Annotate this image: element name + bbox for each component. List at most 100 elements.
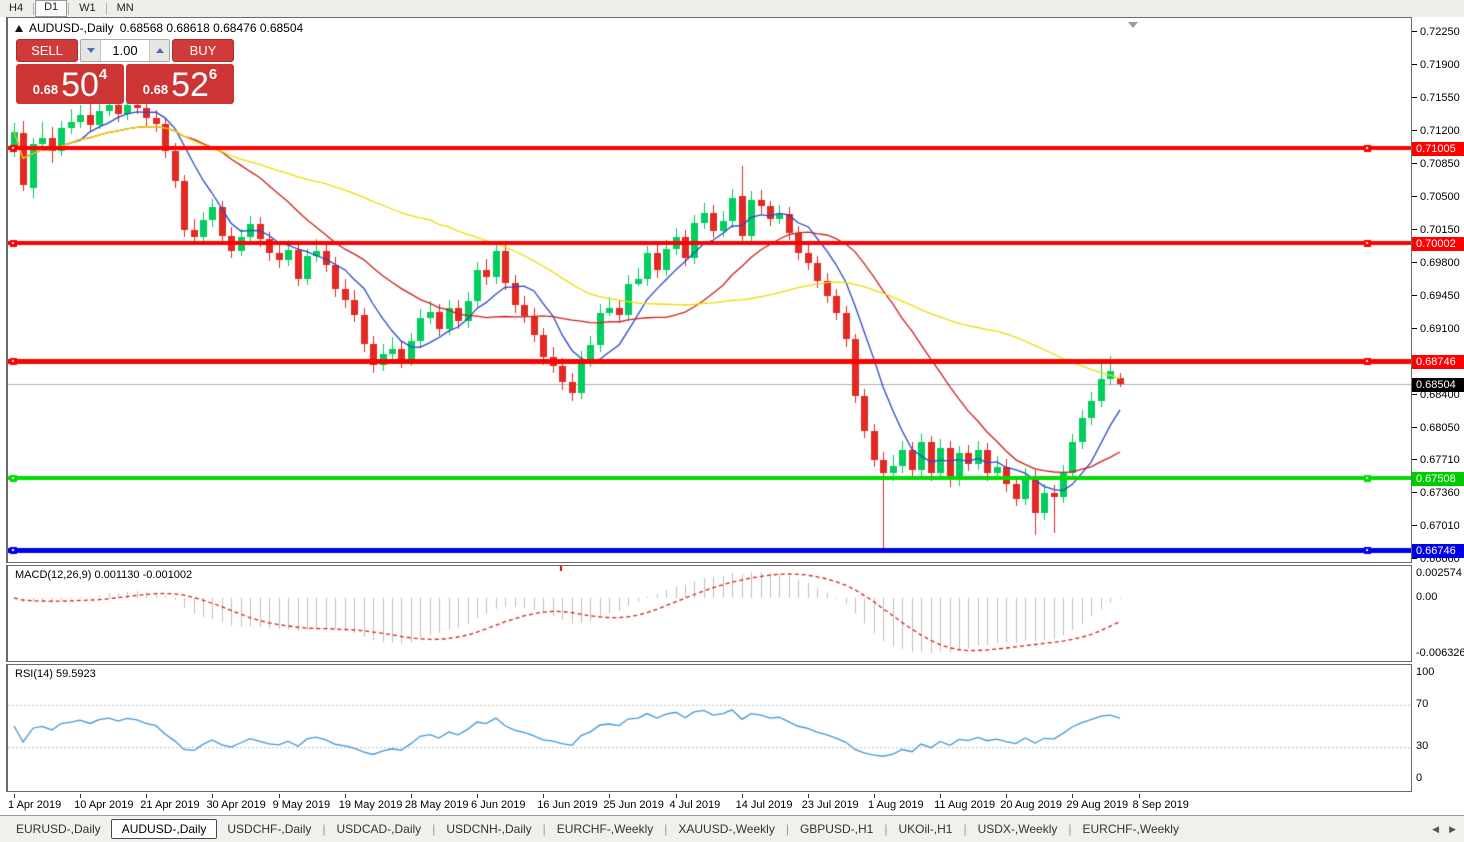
- chart-tab-ukoil-h1[interactable]: UKOil-,H1: [888, 820, 962, 838]
- chart-tab-gbpusd-h1[interactable]: GBPUSD-,H1: [790, 820, 883, 838]
- date-tick: [940, 794, 942, 798]
- chart-tab-eurchf-weekly[interactable]: EURCHF-,Weekly: [1073, 820, 1189, 838]
- tab-separator: |: [664, 822, 668, 836]
- date-label: 9 May 2019: [272, 799, 331, 811]
- chart-shift-marker-icon[interactable]: [1128, 22, 1138, 28]
- rsi-axis-value: 100: [1416, 666, 1435, 678]
- tab-scroll-left-icon[interactable]: ◀: [1432, 824, 1439, 835]
- tab-separator: |: [963, 822, 967, 836]
- rsi-canvas[interactable]: [8, 665, 1411, 791]
- price-axis-tick: 0.67360: [1412, 486, 1460, 499]
- toolbar-separator: [105, 2, 107, 15]
- tab-separator: |: [542, 822, 546, 836]
- buy-price-pip: 6: [208, 66, 218, 83]
- timeframe-button-mn[interactable]: MN: [108, 1, 143, 16]
- date-label: 19 May 2019: [338, 799, 403, 811]
- rsi-axis-value: 30: [1416, 740, 1429, 753]
- sell-price-main: 50: [61, 66, 99, 104]
- price-axis-tick: 0.69450: [1412, 289, 1460, 302]
- symbol-marker-icon: [15, 24, 23, 32]
- price-axis[interactable]: 0.72250 0.71900 0.71550 0.71200 0.70850 0.705…: [1412, 17, 1464, 565]
- chart-tab-usdcnh-daily[interactable]: USDCNH-,Daily: [436, 820, 541, 838]
- date-tick: [80, 794, 82, 798]
- date-label: 4 Jul 2019: [669, 799, 721, 811]
- tab-separator: |: [322, 822, 326, 836]
- date-axis[interactable]: 1 Apr 2019 10 Apr 2019 21 Apr 2019 30 Apr 2…: [6, 794, 1412, 816]
- rsi-axis-value: 0: [1416, 772, 1423, 784]
- volume-spinner: [80, 39, 170, 62]
- chart-tab-usdcad-daily[interactable]: USDCAD-,Daily: [327, 820, 432, 838]
- buy-price-main: 52: [171, 66, 209, 104]
- date-label: 25 Jun 2019: [603, 799, 664, 811]
- chart-window: AUDUSD-,Daily 0.68568 0.68618 0.68476 0.…: [0, 17, 1464, 816]
- rsi-label: RSI(14) 59.5923: [15, 668, 96, 680]
- date-tick: [410, 794, 412, 798]
- date-label: 6 Jun 2019: [471, 799, 526, 811]
- date-tick: [741, 794, 743, 798]
- date-tick: [14, 794, 15, 798]
- date-tick: [278, 794, 280, 798]
- price-axis-tick: 0.70850: [1412, 157, 1460, 170]
- macd-canvas[interactable]: [8, 566, 1411, 661]
- spinner-down-icon: [86, 48, 95, 53]
- volume-increase-button[interactable]: [149, 40, 169, 61]
- chart-tab-usdx-weekly[interactable]: USDX-,Weekly: [968, 820, 1068, 838]
- timeframe-button-h4[interactable]: H4: [0, 1, 32, 16]
- price-label-resistance-level-3: 0.68746: [1412, 355, 1464, 370]
- price-label-current-price: 0.68504: [1412, 378, 1464, 393]
- timeframe-button-w1[interactable]: W1: [70, 1, 105, 16]
- date-label: 23 Jul 2019: [801, 799, 859, 811]
- sell-price-prefix: 0.68: [32, 82, 59, 97]
- price-label-resistance-level-1: 0.71005: [1412, 142, 1464, 157]
- chart-tab-bar: EURUSD-,Daily AUDUSD-,Daily USDCHF-,Daily |…: [0, 815, 1464, 842]
- price-label-support-level-2: 0.66746: [1412, 543, 1464, 558]
- date-tick: [146, 794, 148, 798]
- price-axis-tick: 0.67010: [1412, 519, 1460, 532]
- date-label: 11 Aug 2019: [934, 799, 996, 811]
- date-label: 1 Apr 2019: [8, 799, 62, 811]
- toolbar-separator: [33, 2, 35, 15]
- sell-button[interactable]: SELL: [16, 39, 78, 62]
- date-tick: [1072, 794, 1074, 798]
- price-axis-tick: 0.71550: [1412, 91, 1460, 104]
- chart-tab-audusd-daily[interactable]: AUDUSD-,Daily: [110, 819, 218, 839]
- buy-price-prefix: 0.68: [142, 82, 169, 97]
- price-axis-tick: 0.68050: [1412, 421, 1460, 434]
- chart-tab-usdchf-daily[interactable]: USDCHF-,Daily: [217, 820, 321, 838]
- date-tick: [212, 794, 214, 798]
- rsi-indicator-pane[interactable]: RSI(14) 59.5923: [6, 664, 1412, 792]
- price-axis-tick: 0.69100: [1412, 322, 1460, 335]
- date-label: 21 Apr 2019: [140, 799, 200, 811]
- chart-title: AUDUSD-,Daily 0.68568 0.68618 0.68476 0.…: [15, 21, 303, 35]
- one-click-trade-widget: SELL BUY 0.68 50 4 0.68 52 6: [16, 39, 234, 104]
- chart-tab-xauusd-weekly[interactable]: XAUUSD-,Weekly: [668, 820, 784, 838]
- chart-tab-eurusd-daily[interactable]: EURUSD-,Daily: [6, 820, 111, 838]
- macd-indicator-pane[interactable]: MACD(12,26,9) 0.001130 -0.001002: [6, 565, 1412, 662]
- tab-separator: |: [884, 822, 888, 836]
- tab-scroll-arrows: ◀ ▶: [1432, 824, 1456, 835]
- spinner-up-icon: [155, 48, 164, 53]
- date-tick: [1006, 794, 1008, 798]
- price-axis-tick: 0.71200: [1412, 124, 1460, 137]
- date-tick: [543, 794, 545, 798]
- buy-price-panel[interactable]: 0.68 52 6: [126, 64, 234, 104]
- chart-ohlc-values: 0.68568 0.68618 0.68476 0.68504: [119, 21, 304, 35]
- main-chart-pane[interactable]: AUDUSD-,Daily 0.68568 0.68618 0.68476 0.…: [6, 17, 1412, 563]
- chart-tab-eurchf-weekly[interactable]: EURCHF-,Weekly: [547, 820, 663, 838]
- buy-button[interactable]: BUY: [172, 39, 234, 62]
- date-label: 30 Apr 2019: [206, 799, 266, 811]
- date-tick: [1138, 794, 1140, 798]
- date-tick: [873, 794, 875, 798]
- sell-price-panel[interactable]: 0.68 50 4: [16, 64, 124, 104]
- macd-label: MACD(12,26,9) 0.001130 -0.001002: [15, 569, 193, 581]
- tab-scroll-right-icon[interactable]: ▶: [1449, 824, 1456, 835]
- price-axis-tick: 0.70500: [1412, 190, 1460, 203]
- date-tick: [477, 794, 479, 798]
- volume-decrease-button[interactable]: [81, 40, 101, 61]
- volume-input[interactable]: [101, 40, 149, 61]
- timeframe-button-d1[interactable]: D1: [35, 0, 68, 17]
- chart-symbol-label: AUDUSD-,Daily: [29, 21, 114, 35]
- date-label: 14 Jul 2019: [735, 799, 793, 811]
- date-label: 29 Aug 2019: [1066, 799, 1129, 811]
- date-tick: [675, 794, 677, 798]
